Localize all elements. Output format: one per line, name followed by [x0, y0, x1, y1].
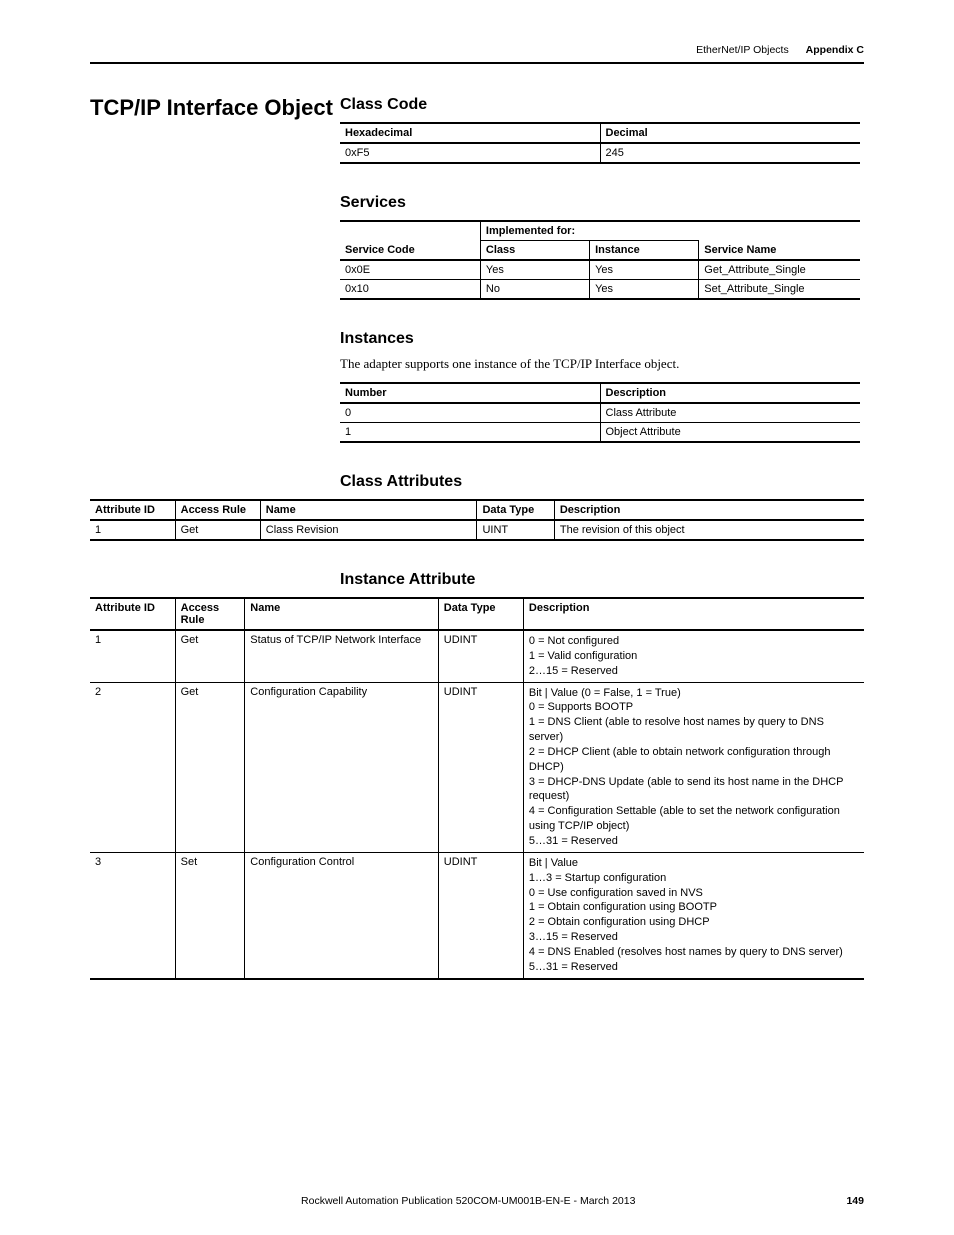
page-title: TCP/IP Interface Object [90, 96, 340, 120]
heading-inst-attr: Instance Attribute [340, 571, 864, 589]
col-name: Name [245, 598, 439, 630]
col-instance: Instance [590, 241, 699, 261]
heading-instances: Instances [340, 330, 864, 348]
table-row: 1 Get Class Revision UINT The revision o… [90, 520, 864, 540]
table-row: 3SetConfiguration ControlUDINTBit | Valu… [90, 852, 864, 978]
doc-section: EtherNet/IP Objects [696, 44, 789, 56]
heading-services: Services [340, 194, 864, 212]
table-row: 1GetStatus of TCP/IP Network InterfaceUD… [90, 630, 864, 682]
table-row: 0x10 No Yes Set_Attribute_Single [340, 280, 860, 300]
appendix-label: Appendix C [806, 44, 864, 56]
col-desc: Description [523, 598, 864, 630]
table-class-attr: Attribute ID Access Rule Name Data Type … [90, 499, 864, 541]
col-number: Number [340, 383, 600, 403]
col-desc: Description [600, 383, 860, 403]
col-dtype: Data Type [477, 500, 554, 520]
col-dtype: Data Type [438, 598, 523, 630]
col-desc: Description [554, 500, 864, 520]
table-row: 0x0E Yes Yes Get_Attribute_Single [340, 260, 860, 280]
running-header: EtherNet/IP Objects Appendix C [90, 44, 864, 64]
page-footer: Rockwell Automation Publication 520COM-U… [90, 1195, 864, 1207]
table-services: Implemented for: Service Code Class Inst… [340, 220, 860, 300]
table-instances: Number Description 0 Class Attribute 1 O… [340, 382, 860, 443]
col-dec: Decimal [600, 123, 860, 143]
heading-class-attr: Class Attributes [340, 473, 864, 491]
col-name: Name [260, 500, 477, 520]
footer-page: 149 [846, 1195, 864, 1207]
table-row: 0 Class Attribute [340, 403, 860, 423]
col-aid: Attribute ID [90, 500, 175, 520]
heading-class-code: Class Code [340, 96, 864, 114]
col-access: Access Rule [175, 598, 245, 630]
col-aid: Attribute ID [90, 598, 175, 630]
table-row: 0xF5 245 [340, 143, 860, 163]
table-row: 2GetConfiguration CapabilityUDINTBit | V… [90, 682, 864, 852]
table-class-code: Hexadecimal Decimal 0xF5 245 [340, 122, 860, 164]
instances-intro: The adapter supports one instance of the… [340, 356, 864, 372]
col-svc-name: Service Name [699, 241, 860, 261]
col-hex: Hexadecimal [340, 123, 600, 143]
col-access: Access Rule [175, 500, 260, 520]
footer-pub: Rockwell Automation Publication 520COM-U… [301, 1195, 635, 1207]
col-group-impl: Implemented for: [480, 221, 698, 241]
table-inst-attr: Attribute ID Access Rule Name Data Type … [90, 597, 864, 980]
col-svc-code: Service Code [340, 241, 480, 261]
col-class: Class [480, 241, 589, 261]
table-row: 1 Object Attribute [340, 423, 860, 443]
